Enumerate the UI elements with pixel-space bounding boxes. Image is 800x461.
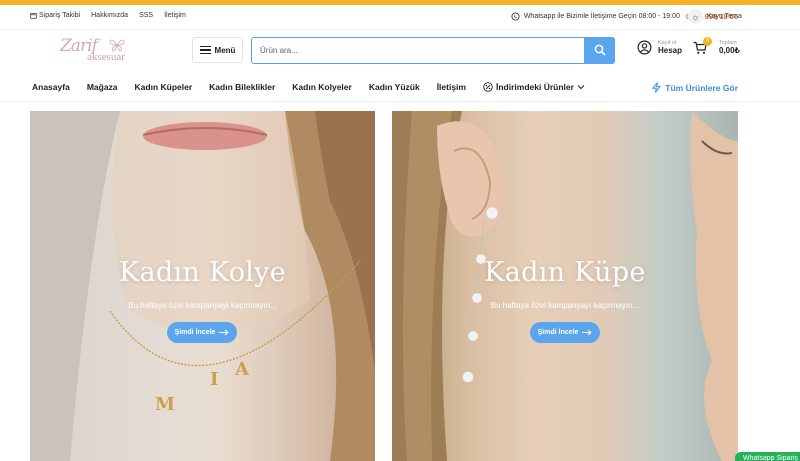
- arrow-right-icon: [582, 329, 593, 336]
- order-tracking-label: Sipariş Takibi: [39, 12, 81, 19]
- menu-button[interactable]: Menü: [192, 37, 243, 63]
- order-tracking-link[interactable]: Sipariş Takibi: [30, 12, 80, 19]
- account-link[interactable]: Kayıt ol Hesap: [637, 40, 682, 55]
- logo-word: aksesuar: [87, 51, 125, 63]
- lightning-icon: [652, 82, 662, 93]
- menu-label: Menü: [214, 45, 236, 55]
- whatsapp-hours-text: Whatsapp ile Bizimle İletişime Geçin 08:…: [523, 13, 680, 20]
- site-logo[interactable]: Zarif aksesuar: [60, 34, 170, 70]
- user-icon: [637, 40, 652, 55]
- search-bar: [251, 36, 615, 64]
- nav-item-earrings[interactable]: Kadın Küpeler: [135, 82, 193, 92]
- nav-item-contact[interactable]: İletişim: [437, 82, 466, 92]
- chevron-down-icon: [577, 85, 585, 90]
- search-input[interactable]: [260, 38, 580, 62]
- shop-now-button[interactable]: Şimdi İncele: [530, 322, 600, 343]
- box-icon: [30, 13, 37, 19]
- earring-banner[interactable]: Kadın Küpe Bu haftaya özel kampanyayı ka…: [392, 111, 738, 461]
- arrow-right-icon: [219, 329, 230, 336]
- hamburger-icon: [199, 46, 211, 54]
- cta-label: Şimdi İncele: [537, 329, 579, 336]
- account-label: Hesap: [658, 46, 683, 55]
- nav-item-rings[interactable]: Kadın Yüzük: [369, 82, 420, 92]
- dark-theme-toggle[interactable]: ☼ Koyu Tema: [688, 9, 742, 24]
- pendant-letter-m: M: [155, 394, 175, 415]
- main-navigation: Anasayfa Mağaza Kadın Küpeler Kadın Bile…: [0, 74, 800, 102]
- all-products-label: Tüm Ürünlere Gör: [665, 82, 738, 93]
- discount-icon: [483, 82, 493, 92]
- header: Zarif aksesuar Menü Kayıt ol Hesap 0 Top…: [0, 30, 800, 74]
- nav-discounts-label: İndirimdeki Ürünler: [495, 82, 574, 92]
- butterfly-icon: [109, 39, 125, 52]
- necklace-banner[interactable]: M I A Kadın Kolye Bu haftaya özel kampan…: [30, 111, 375, 461]
- search-icon: [594, 44, 606, 56]
- all-products-link[interactable]: Tüm Ürünlere Gör: [652, 82, 738, 93]
- pendant-letter-a: A: [235, 359, 249, 380]
- about-link[interactable]: Hakkımızda: [91, 12, 128, 19]
- whatsapp-order-button[interactable]: Whatsapp Sipariş: [735, 452, 800, 461]
- sun-icon: ☼: [688, 9, 703, 24]
- pendant-letter-i: I: [210, 369, 219, 390]
- faq-link[interactable]: SSS: [139, 12, 153, 19]
- banner-subtitle: Bu haftaya özel kampanyayı kaçırmayın...: [490, 301, 640, 310]
- search-button[interactable]: [584, 36, 615, 64]
- nav-item-shop[interactable]: Mağaza: [87, 82, 118, 92]
- cart-total: 0,00₺: [719, 46, 740, 55]
- cart-count-badge: 0: [703, 36, 712, 46]
- banner-subtitle: Bu haftaya özel kampanyayı kaçırmayın...: [128, 301, 277, 310]
- nav-item-bracelets[interactable]: Kadın Bileklikler: [209, 82, 275, 92]
- cart-link[interactable]: 0 Toplam 0,00₺: [693, 36, 740, 55]
- banner-title: Kadın Küpe: [484, 257, 646, 288]
- theme-label: Koyu Tema: [707, 13, 742, 20]
- mia-pendant: M I A: [130, 291, 360, 441]
- cta-label: Şimdi İncele: [174, 329, 216, 336]
- banner-title: Kadın Kolye: [118, 257, 287, 288]
- utility-bar: Sipariş Takibi Hakkımızda SSS İletişim W…: [0, 5, 800, 30]
- whatsapp-icon: [511, 12, 520, 21]
- nav-item-necklaces[interactable]: Kadın Kolyeler: [292, 82, 352, 92]
- contact-link[interactable]: İletişim: [164, 12, 186, 19]
- nav-item-home[interactable]: Anasayfa: [32, 82, 70, 92]
- nav-item-discounts[interactable]: İndirimdeki Ürünler: [483, 82, 585, 92]
- shop-now-button[interactable]: Şimdi İncele: [167, 322, 237, 343]
